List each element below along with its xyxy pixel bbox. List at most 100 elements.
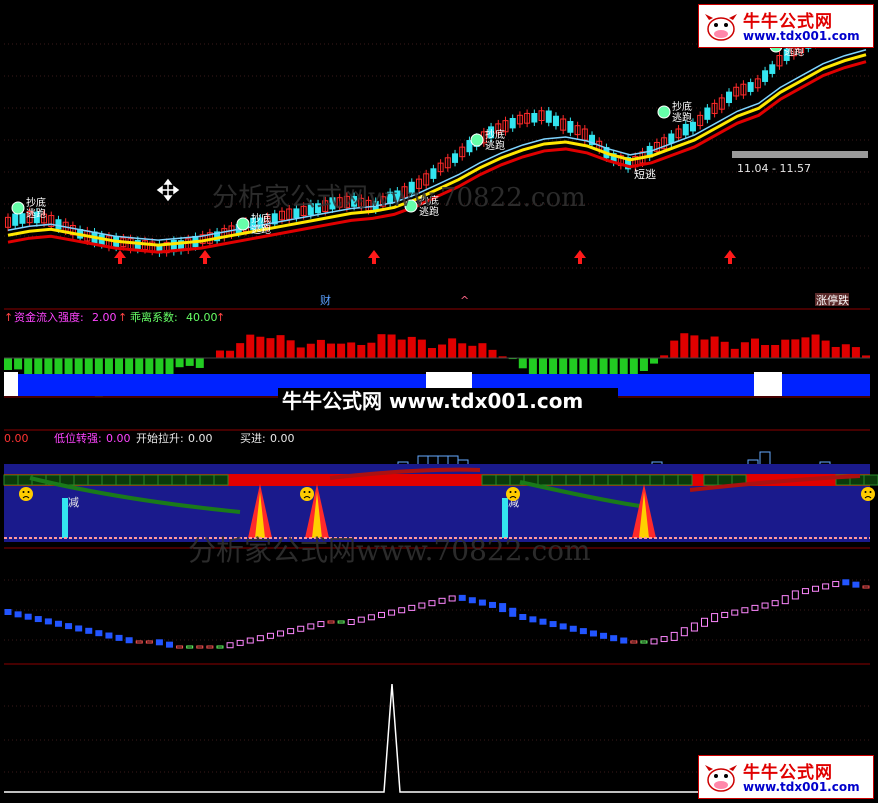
flow-bar-down xyxy=(185,358,194,366)
flow-bar-up xyxy=(306,343,315,358)
p3-ind2-name: 开始拉升: xyxy=(136,431,184,445)
osc-bar xyxy=(690,622,698,632)
watermark-secondary-2: 分析家公式网www.70822.com xyxy=(188,534,591,567)
flow-bar-up xyxy=(801,337,810,358)
flow-bar-up xyxy=(215,350,224,358)
signal-box xyxy=(635,474,651,486)
signal-box xyxy=(73,474,89,486)
osc-bar xyxy=(680,627,688,637)
signal-box xyxy=(101,474,117,486)
signal-box xyxy=(565,474,581,486)
osc-bar xyxy=(216,645,224,649)
candle xyxy=(552,115,559,127)
candle xyxy=(430,168,437,179)
osc-bar xyxy=(630,640,638,644)
flow-bar-up xyxy=(407,336,416,358)
candle xyxy=(726,91,733,104)
candle xyxy=(19,213,26,224)
logo-url: www.tdx001.com xyxy=(743,780,860,794)
osc-bar xyxy=(852,581,860,588)
flow-bar-down xyxy=(650,358,659,364)
badge-label-bottom: 抄底 xyxy=(485,128,505,141)
osc-bar xyxy=(44,618,52,625)
face-eye xyxy=(303,491,306,493)
osc-bar xyxy=(478,599,486,606)
flow-bar-up xyxy=(246,334,255,358)
badge-icon xyxy=(11,201,25,215)
cow-icon xyxy=(705,14,737,41)
signal-box xyxy=(157,474,173,486)
osc-bar xyxy=(115,634,123,641)
flow-bar-up xyxy=(740,342,749,358)
candle xyxy=(12,213,19,226)
flow-white-block xyxy=(754,372,782,396)
face-eye xyxy=(864,491,867,493)
flow-bar-up xyxy=(791,339,800,358)
flow-bar-up xyxy=(680,333,689,358)
flow-bar-up xyxy=(377,334,386,358)
osc-bar xyxy=(509,607,517,617)
osc-bar xyxy=(842,579,850,586)
osc-bar xyxy=(166,641,174,648)
p3-ind1-value: 0.00 xyxy=(106,432,131,445)
price-candles xyxy=(5,24,869,257)
flow-bar-up xyxy=(821,340,830,358)
osc-bar xyxy=(246,637,254,644)
p3-ind1-name: 低位转强: xyxy=(54,431,102,445)
osc-bar xyxy=(781,595,789,605)
badge-icon xyxy=(657,105,671,119)
osc-bar xyxy=(125,637,133,644)
signal-box xyxy=(703,474,719,486)
osc-bar xyxy=(700,617,708,627)
p3-ind3-value: 0.00 xyxy=(270,432,295,445)
price-range-label: 11.04 - 11.57 xyxy=(737,162,811,175)
osc-bar xyxy=(297,625,305,632)
badge-icon xyxy=(236,217,250,231)
badge-label-bottom: 抄底 xyxy=(251,212,271,225)
osc-bar xyxy=(468,597,476,604)
signal-box xyxy=(185,474,201,486)
osc-bar xyxy=(408,604,416,611)
osc-bar xyxy=(862,585,870,589)
flow-bar-up xyxy=(700,339,709,358)
flow-bar-up xyxy=(468,345,477,358)
face-eye xyxy=(869,491,872,493)
buy-arrow-icon xyxy=(114,250,126,264)
osc-bar xyxy=(549,621,557,628)
signal-box xyxy=(717,474,733,486)
ind1-arrow-icon: ↑ xyxy=(4,311,13,324)
osc-bar xyxy=(610,635,618,642)
flow-bar-up xyxy=(720,341,729,358)
p3-ind3-name: 买进: xyxy=(240,432,266,445)
osc-bar xyxy=(206,645,214,649)
osc-bar xyxy=(65,623,73,630)
flow-bar-up xyxy=(438,344,447,358)
osc-bar xyxy=(529,616,537,623)
watermark-secondary-1: 分析家公式网www.70822.com xyxy=(212,183,586,213)
flow-bar-up xyxy=(488,349,497,358)
move-cursor-icon xyxy=(156,178,180,202)
osc-bar xyxy=(14,611,22,618)
flow-bar-up xyxy=(831,346,840,358)
osc-bar xyxy=(438,597,446,604)
signal-box xyxy=(677,474,693,486)
flow-bar-up xyxy=(841,344,850,358)
flow-bar-up xyxy=(710,336,719,358)
osc-bar xyxy=(388,609,396,616)
osc-bar xyxy=(822,583,830,590)
osc-bar xyxy=(428,600,436,607)
candle xyxy=(747,82,754,92)
signal-box xyxy=(3,474,19,486)
flow-bar-up xyxy=(811,334,820,358)
wealth-label: 财 xyxy=(320,293,331,307)
osc-bar xyxy=(832,581,840,588)
step-bar xyxy=(759,451,771,467)
osc-bar xyxy=(367,614,375,621)
osc-bar xyxy=(489,601,497,608)
osc-bar xyxy=(307,623,315,630)
osc-bar xyxy=(317,621,325,628)
ind2b-arrow-icon: ↑ xyxy=(216,311,225,324)
badge-label-bottom: 抄底 xyxy=(672,100,692,113)
buy-arrows xyxy=(114,250,736,264)
flow-bar-down xyxy=(155,358,164,377)
